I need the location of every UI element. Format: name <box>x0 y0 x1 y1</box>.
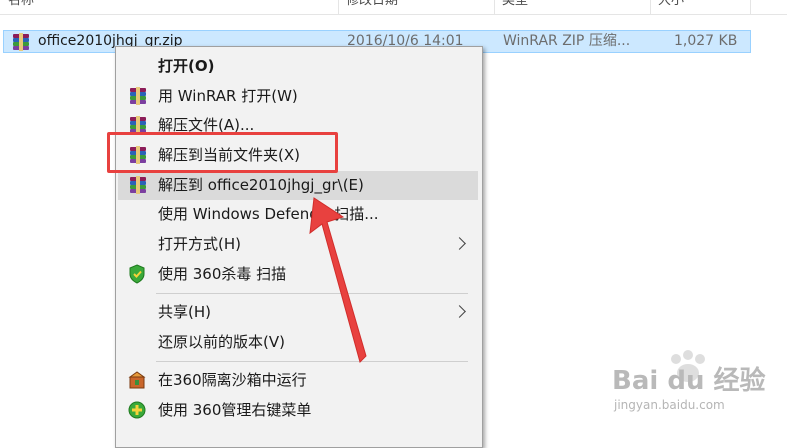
watermark-url: jingyan.baidu.com <box>614 398 725 412</box>
watermark-text: Bai du 经验 <box>612 366 766 396</box>
